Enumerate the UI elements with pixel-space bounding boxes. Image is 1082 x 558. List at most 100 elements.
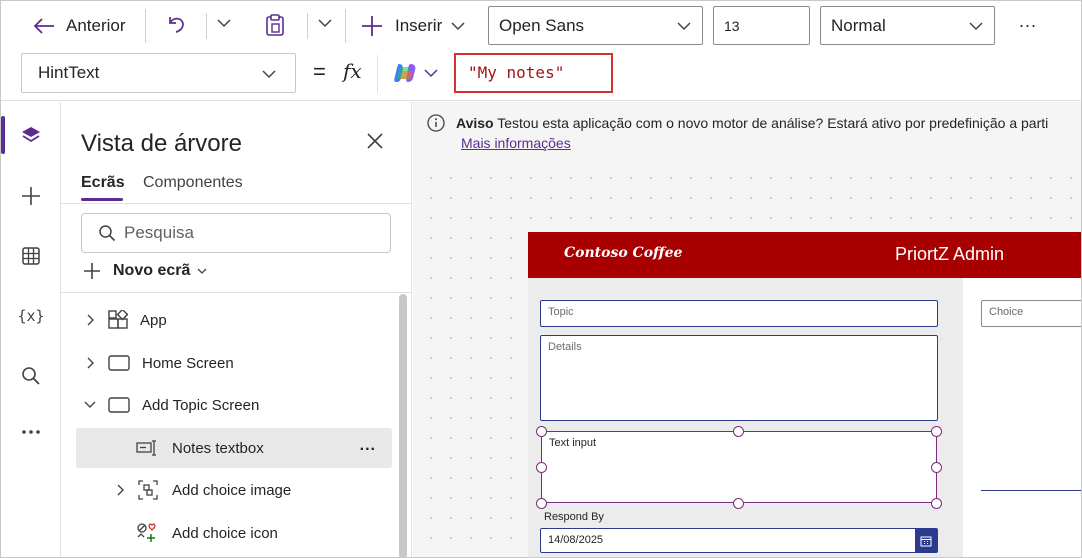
form-pane: Topic Details Text input Respond By 14/0… (528, 278, 963, 557)
font-weight-value: Normal (831, 15, 886, 35)
back-button[interactable]: Anterior (33, 13, 126, 39)
clipboard-icon (264, 13, 286, 37)
search-rail-button[interactable] (19, 364, 43, 388)
tree-item-home-screen[interactable]: Home Screen (76, 343, 392, 383)
more-label: ... (1019, 11, 1038, 31)
chevron-down-icon (84, 400, 102, 410)
insert-rail-button[interactable] (19, 184, 43, 208)
search-icon (21, 366, 41, 386)
undo-dropdown-button[interactable] (216, 15, 232, 31)
divider (206, 13, 207, 39)
resize-handle[interactable] (931, 462, 942, 473)
search-input[interactable]: Pesquisa (81, 213, 391, 253)
divider (307, 13, 308, 39)
divider-line (981, 490, 1081, 491)
app-preview-screen: Contoso Coffee PriortZ Admin Topic Detai… (528, 232, 1081, 557)
command-bar: Anterior Inserir Open Sans 13 Normal ... (1, 1, 1081, 51)
notice-message: Testou esta aplicação com o novo motor d… (497, 115, 1049, 131)
notes-textbox[interactable]: Text input (541, 431, 937, 503)
formula-text: "My notes" (468, 63, 565, 82)
chevron-down-icon (676, 18, 692, 39)
paste-button[interactable] (264, 13, 286, 37)
paste-dropdown-button[interactable] (317, 15, 333, 31)
formula-bar: HintText = fx "My notes" (1, 51, 1081, 101)
chevron-down-icon (261, 66, 277, 87)
logo-text: Contoso Coffee (564, 245, 683, 261)
details-placeholder: Details (548, 341, 582, 353)
new-screen-button[interactable]: Novo ecrã (83, 262, 208, 280)
tree-item-notes-textbox[interactable]: Notes textbox ... (76, 428, 392, 468)
close-panel-button[interactable] (366, 132, 384, 155)
tree-view-button[interactable] (19, 123, 43, 147)
search-placeholder: Pesquisa (124, 223, 194, 242)
item-more-button[interactable]: ... (360, 437, 376, 455)
text-input-icon (136, 440, 158, 456)
variables-button[interactable]: {x} (17, 304, 45, 328)
screen-icon (108, 397, 130, 413)
font-size-input[interactable]: 13 (713, 6, 810, 45)
back-arrow-icon (33, 17, 55, 35)
tab-screens[interactable]: Ecrãs (81, 174, 125, 192)
screen-icon (108, 355, 130, 371)
topic-input[interactable]: Topic (540, 300, 938, 327)
data-button[interactable] (19, 244, 43, 268)
app-window: Anterior Inserir Open Sans 13 Normal ...… (0, 0, 1082, 558)
property-dropdown[interactable]: HintText (21, 53, 296, 93)
undo-icon (165, 13, 187, 35)
tab-components[interactable]: Componentes (143, 174, 243, 192)
font-family-dropdown[interactable]: Open Sans (488, 6, 703, 45)
variables-icon: {x} (17, 307, 45, 325)
insert-label: Inserir (395, 16, 443, 35)
new-screen-label: Novo ecrã (113, 262, 191, 279)
resize-handle[interactable] (536, 462, 547, 473)
chevron-down-icon (196, 265, 208, 277)
copilot-icon (393, 62, 417, 84)
tree-item-add-choice-image[interactable]: Add choice image (76, 470, 392, 510)
chevron-down-icon (450, 18, 466, 34)
chevron-down-icon (317, 15, 333, 31)
respond-by-label: Respond By (544, 511, 604, 523)
calendar-icon[interactable] (915, 529, 937, 552)
font-weight-dropdown[interactable]: Normal (820, 6, 995, 45)
divider (377, 55, 378, 93)
resize-handle[interactable] (536, 498, 547, 509)
search-icon (98, 224, 116, 242)
tree-item-add-choice-icon[interactable]: Add choice icon (76, 513, 392, 553)
more-info-link[interactable]: Mais informações (461, 135, 571, 151)
resize-handle[interactable] (733, 426, 744, 437)
chevron-right-icon (116, 484, 134, 496)
design-canvas[interactable]: Aviso Testou esta aplicação com o novo m… (413, 102, 1081, 557)
insert-button[interactable]: Inserir (361, 13, 466, 39)
choice-input[interactable]: Choice (981, 300, 1081, 327)
tree-item-app[interactable]: App (76, 300, 392, 340)
panel-title: Vista de árvore (81, 130, 242, 157)
formula-input[interactable]: "My notes" (454, 53, 613, 93)
close-icon (366, 132, 384, 150)
plus-icon (361, 15, 383, 37)
resize-handle[interactable] (931, 426, 942, 437)
more-rail-button[interactable] (19, 420, 43, 444)
active-indicator (1, 116, 5, 154)
info-icon (427, 114, 445, 137)
notice-bar: Aviso Testou esta aplicação com o novo m… (413, 102, 1081, 162)
details-input[interactable]: Details (540, 335, 938, 421)
tree-view-panel: Vista de árvore Ecrãs Componentes Pesqui… (61, 102, 412, 557)
tree-item-label: Home Screen (142, 354, 234, 372)
date-picker[interactable]: 14/08/2025 (540, 528, 938, 553)
font-family-value: Open Sans (499, 15, 585, 35)
more-icon (21, 429, 41, 435)
copilot-button[interactable] (393, 62, 439, 84)
chevron-right-icon (86, 357, 104, 369)
chevron-down-icon (423, 65, 439, 81)
chevron-right-icon (86, 314, 104, 326)
more-options-button[interactable]: ... (1019, 11, 1037, 32)
resize-handle[interactable] (536, 426, 547, 437)
scrollbar[interactable] (399, 294, 407, 557)
resize-handle[interactable] (931, 498, 942, 509)
undo-button[interactable] (165, 13, 187, 35)
header-title: PriortZ Admin (895, 244, 1005, 264)
layers-icon (20, 124, 42, 146)
resize-handle[interactable] (733, 498, 744, 509)
tab-underline (81, 198, 123, 201)
tree-item-add-topic-screen[interactable]: Add Topic Screen (76, 385, 392, 425)
